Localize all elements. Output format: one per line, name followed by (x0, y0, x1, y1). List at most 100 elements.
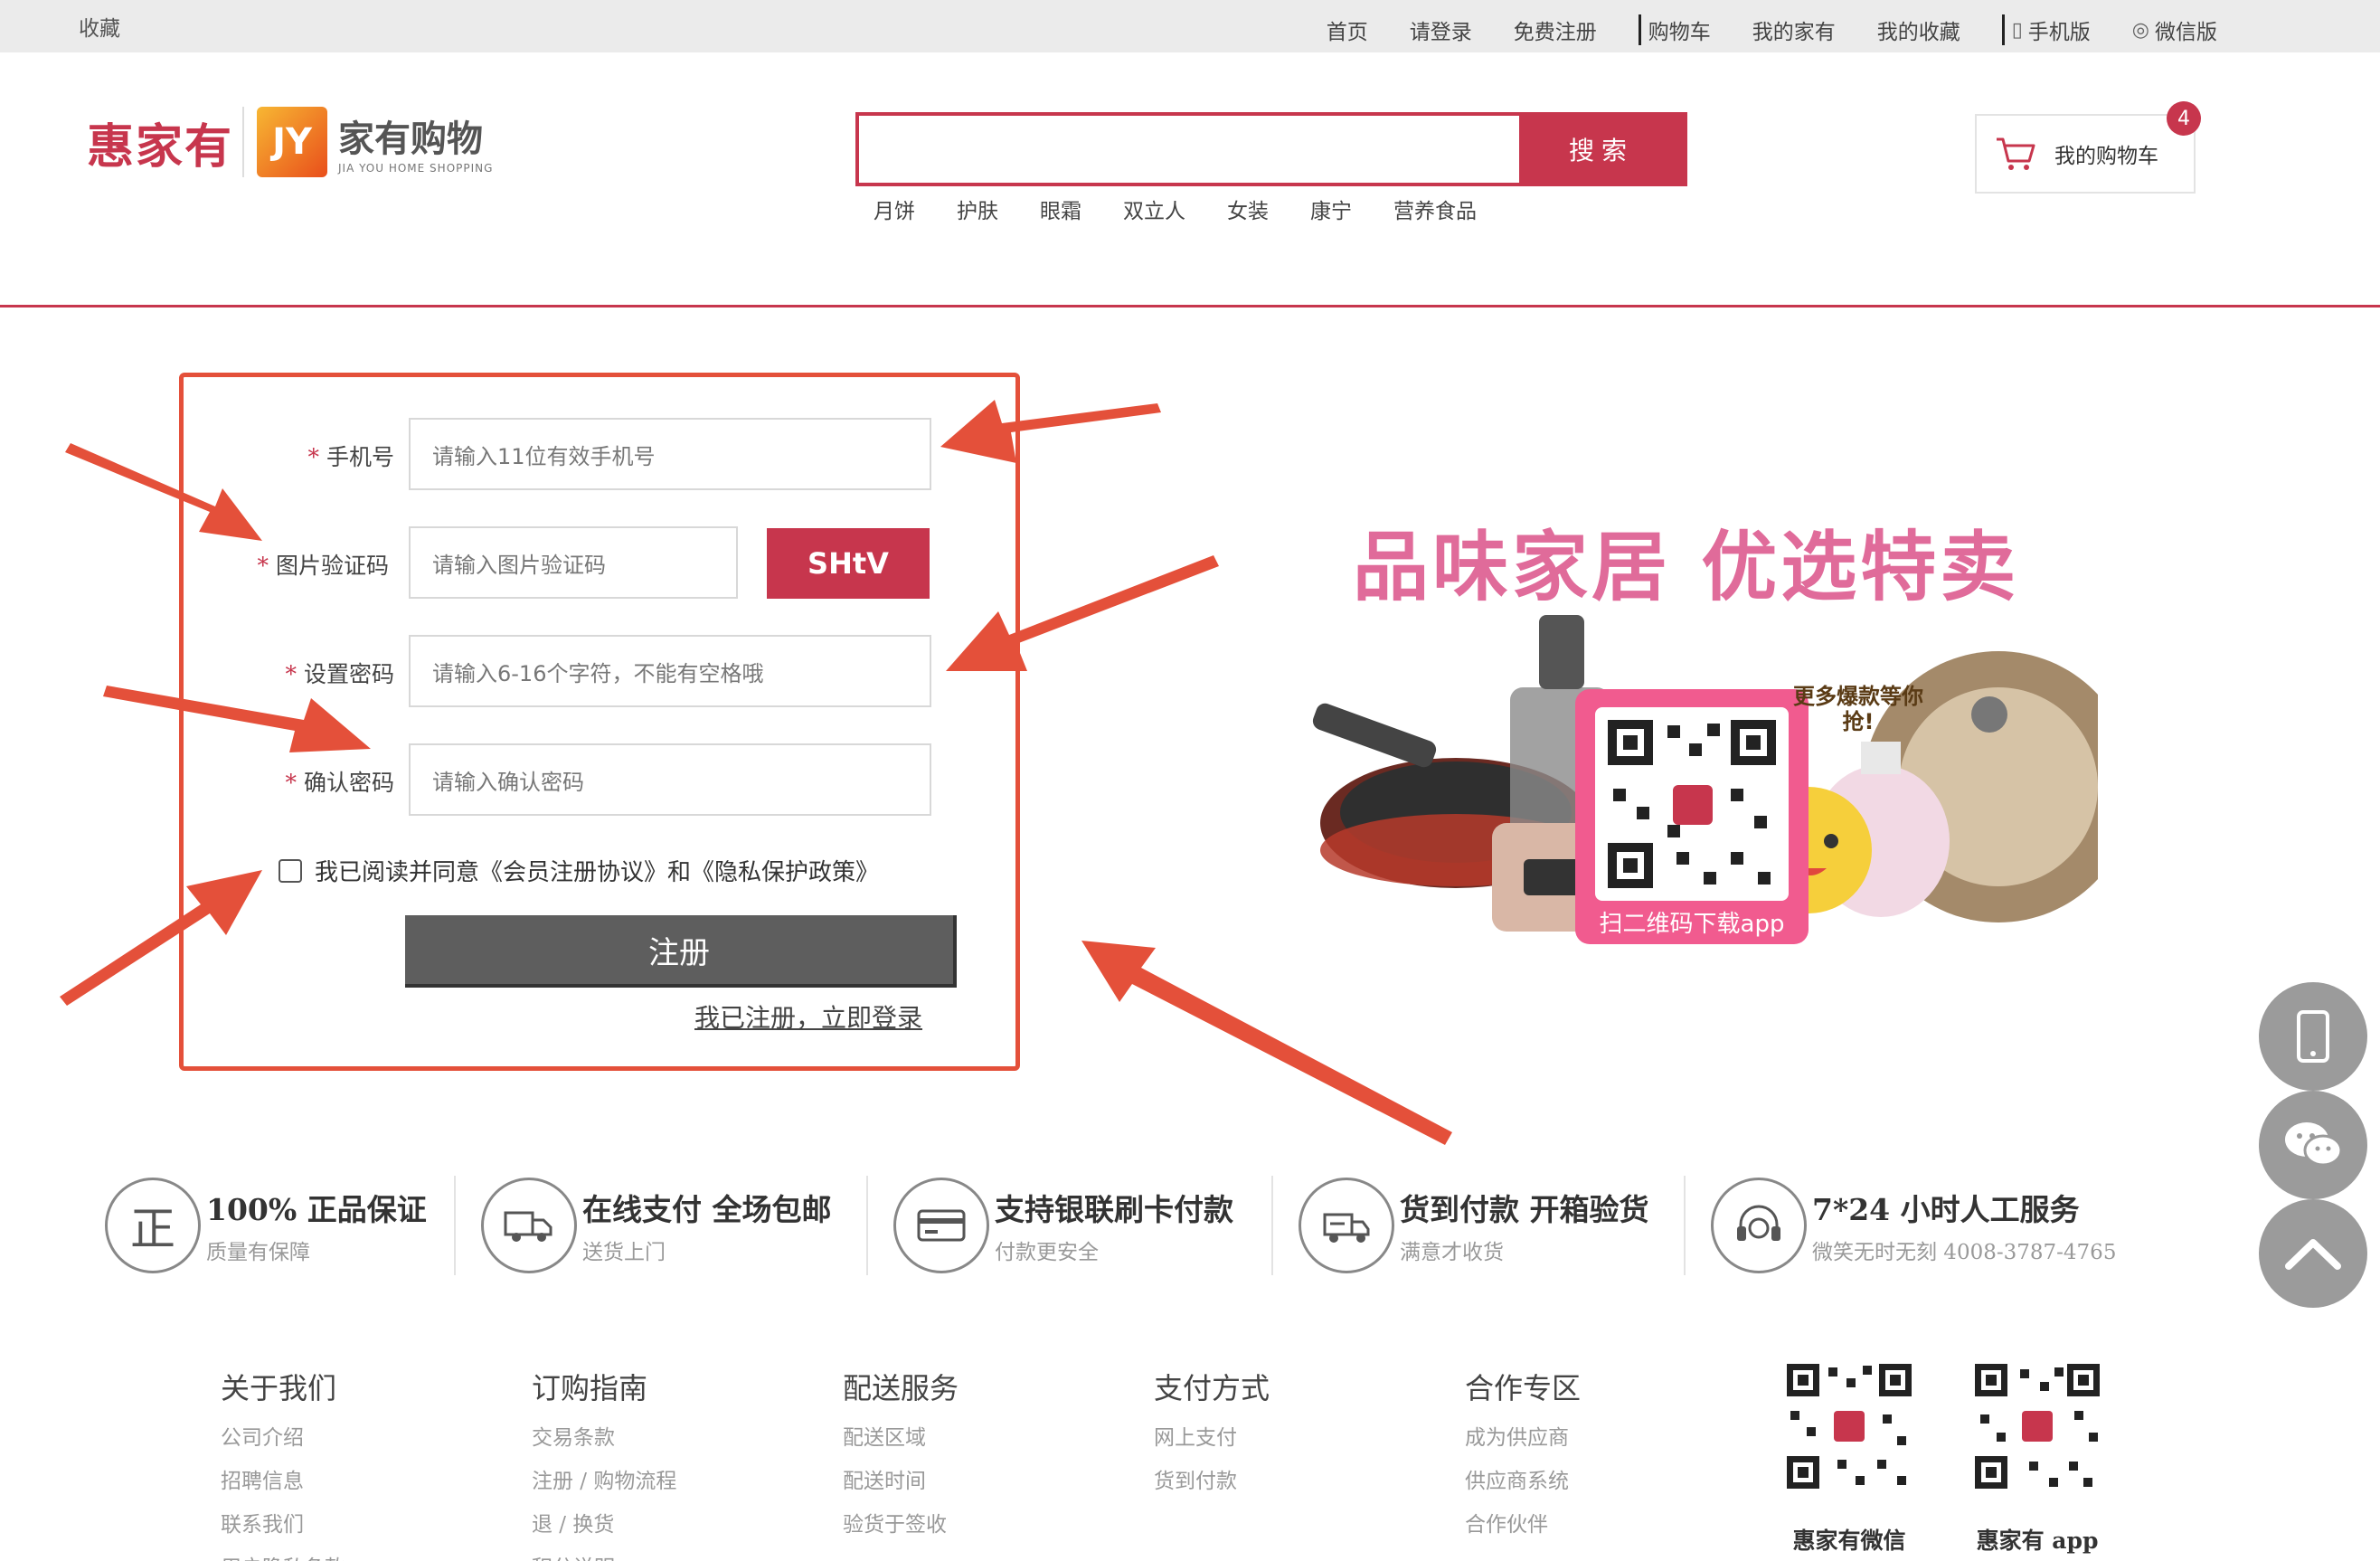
footer-link[interactable]: 联系我们 (221, 1507, 345, 1537)
footer-column-title: 合作专区 (1465, 1371, 1582, 1405)
footer-link[interactable]: 积分说明 (532, 1550, 676, 1561)
home-link[interactable]: 首页 (1327, 14, 1368, 45)
app-qr-code-icon (1971, 1360, 2103, 1492)
service-subtitle: 满意才收货 (1400, 1241, 1504, 1264)
wechat-qr-caption: 惠家有微信 (1792, 1528, 1906, 1554)
service-divider (454, 1176, 456, 1275)
card-icon (893, 1178, 989, 1273)
hot-keyword[interactable]: 护肤 (957, 194, 998, 224)
captcha-label: * 图片验证码 (257, 553, 389, 579)
search-button[interactable]: 搜索 (1519, 116, 1684, 183)
service-unionpay: 支持银联刷卡付款 付款更安全 (893, 1178, 1233, 1273)
hot-keyword[interactable]: 女装 (1227, 194, 1269, 224)
confirm-password-label: * 确认密码 (285, 770, 394, 796)
cart-label: 我的购物车 (2054, 145, 2158, 168)
jy-name-cn: 家有购物 (338, 118, 484, 160)
service-genuine: 正 100% 正品保证 质量有保障 (105, 1178, 427, 1273)
service-title: 在线支付 全场包邮 (582, 1192, 832, 1227)
back-to-top-button[interactable] (2259, 1199, 2367, 1308)
footer-link[interactable]: 用户隐私条款 (221, 1550, 345, 1561)
agreement-row: 我已阅读并同意《会员注册协议》和《隐私保护政策》 (279, 854, 879, 887)
wechat-icon: ◎ (2131, 18, 2149, 42)
agree-checkbox[interactable] (279, 858, 302, 883)
footer-link[interactable]: 配送区域 (843, 1420, 959, 1451)
footer-link[interactable]: 货到付款 (1154, 1463, 1270, 1494)
jy-name: 家有购物 JIA YOU HOME SHOPPING (338, 109, 493, 175)
footer-column-guide: 订购指南 交易条款 注册 / 购物流程 退 / 换货 积分说明 (532, 1366, 676, 1561)
service-support: 7*24 小时人工服务 微笑无时无刻 4008-3787-4765 (1711, 1178, 2116, 1273)
captcha-input[interactable]: 请输入图片验证码 (409, 526, 738, 599)
hot-keyword[interactable]: 月饼 (874, 194, 915, 224)
hot-keyword[interactable]: 眼霜 (1040, 194, 1081, 224)
service-subtitle: 送货上门 (582, 1241, 666, 1264)
promo-title: 品味家居 优选特卖 (1353, 523, 2020, 611)
phone-input[interactable]: 请输入11位有效手机号 (409, 418, 931, 490)
jy-logo-icon: JY (257, 107, 328, 177)
register-button[interactable]: 注册 (405, 915, 957, 988)
footer-link[interactable]: 成为供应商 (1465, 1420, 1581, 1451)
qr-caption: 扫二维码下载app (1599, 911, 1785, 938)
mobile-version-link[interactable]: ▯ 手机版 (2001, 14, 2091, 45)
chevron-up-icon (2285, 1239, 2341, 1270)
footer-link[interactable]: 注册 / 购物流程 (532, 1463, 676, 1494)
qr-pattern (1608, 720, 1776, 888)
favorite-link[interactable]: 收藏 (79, 11, 120, 42)
hot-keyword[interactable]: 康宁 (1310, 194, 1352, 224)
brand-name: 惠家有 (87, 119, 234, 175)
footer-column-about: 关于我们 公司介绍 招聘信息 联系我们 用户隐私条款 (221, 1366, 345, 1561)
footer-link[interactable]: 验货于签收 (843, 1507, 959, 1537)
footer-column-title: 订购指南 (532, 1371, 648, 1405)
footer-link[interactable]: 配送时间 (843, 1463, 959, 1494)
wechat-icon (2285, 1122, 2343, 1167)
mobile-float-button[interactable] (2259, 982, 2367, 1091)
footer-link[interactable]: 供应商系统 (1465, 1463, 1581, 1494)
password-input[interactable]: 请输入6-16个字符，不能有空格哦 (409, 635, 931, 707)
search-bar: 搜索 (855, 112, 1687, 186)
footer-column-payment: 支付方式 网上支付 货到付款 (1154, 1366, 1270, 1507)
top-nav: 首页 请登录 免费注册 购物车 我的家有 我的收藏 ▯ 手机版 ◎ 微信版 (1285, 14, 2217, 45)
confirm-password-input[interactable]: 请输入确认密码 (409, 743, 931, 816)
my-home-link[interactable]: 我的家有 (1752, 14, 1836, 45)
wechat-qr-code-icon (1783, 1360, 1915, 1492)
service-subtitle: 付款更安全 (995, 1241, 1099, 1264)
register-link[interactable]: 免费注册 (1514, 14, 1597, 45)
service-subtitle: 微笑无时无刻 4008-3787-4765 (1812, 1241, 2117, 1264)
footer-link[interactable]: 招聘信息 (221, 1463, 345, 1494)
login-link[interactable]: 请登录 (1410, 14, 1472, 45)
footer-column-title: 配送服务 (843, 1371, 959, 1405)
footer-link[interactable]: 公司介绍 (221, 1420, 345, 1451)
captcha-image[interactable]: SHtV (767, 528, 930, 599)
arrow-to-promo (1081, 941, 1452, 1145)
footer-link[interactable]: 网上支付 (1154, 1420, 1270, 1451)
my-favorites-link[interactable]: 我的收藏 (1877, 14, 1960, 45)
phone-icon (2297, 1010, 2329, 1063)
qr-code-icon (1595, 707, 1789, 901)
cart-count-badge: 4 (2167, 101, 2201, 136)
header-divider (0, 305, 2380, 307)
wechat-version-link[interactable]: ◎ 微信版 (2132, 14, 2217, 45)
search-input[interactable] (859, 116, 1519, 183)
hot-keyword[interactable]: 营养食品 (1393, 194, 1477, 224)
jy-name-en: JIA YOU HOME SHOPPING (338, 162, 494, 175)
hot-keyword[interactable]: 双立人 (1123, 194, 1185, 224)
login-now-link[interactable]: 我已注册，立即登录 (694, 998, 922, 1035)
service-free-shipping: 在线支付 全场包邮送货上门 (481, 1178, 832, 1273)
my-cart-button[interactable]: 我的购物车 4 (1975, 101, 2201, 194)
password-label: * 设置密码 (285, 661, 394, 687)
footer-link[interactable]: 退 / 换货 (532, 1507, 676, 1537)
service-subtitle: 质量有保障 (206, 1241, 310, 1264)
service-divider (1684, 1176, 1686, 1275)
footer-column-partners: 合作专区 成为供应商 供应商系统 合作伙伴 (1465, 1366, 1581, 1550)
wechat-float-button[interactable] (2259, 1091, 2367, 1199)
app-download-qr[interactable]: 扫二维码下载app (1575, 689, 1809, 944)
truck-icon (481, 1178, 577, 1273)
footer-link[interactable]: 合作伙伴 (1465, 1507, 1581, 1537)
agreement-text[interactable]: 我已阅读并同意《会员注册协议》和《隐私保护政策》 (315, 854, 879, 887)
cart-link[interactable]: 购物车 (1638, 14, 1711, 45)
footer-column-delivery: 配送服务 配送区域 配送时间 验货于签收 (843, 1366, 959, 1550)
site-logo[interactable]: 惠家有 JY 家有购物 JIA YOU HOME SHOPPING (87, 107, 493, 177)
phone-icon: ▯ (2011, 18, 2023, 42)
footer-link[interactable]: 交易条款 (532, 1420, 676, 1451)
service-cod: 货到付款 开箱验货 满意才收货 (1299, 1178, 1649, 1273)
service-divider (866, 1176, 868, 1275)
